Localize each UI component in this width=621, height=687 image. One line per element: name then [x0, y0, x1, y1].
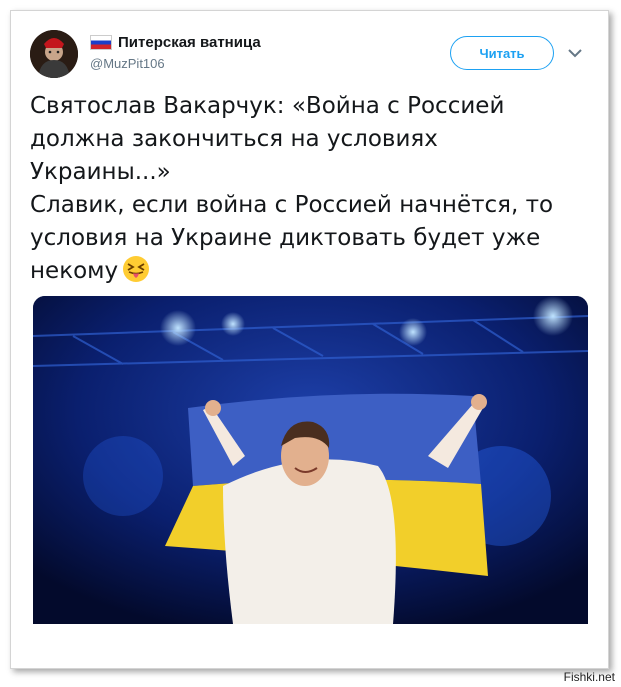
- tweet-text: Святослав Вакарчук: «Война с Россией дол…: [30, 90, 590, 288]
- russia-flag-icon: [90, 35, 112, 50]
- avatar-image: [30, 30, 78, 78]
- author-name-row: Питерская ватница: [90, 34, 261, 51]
- tweet-media-photo[interactable]: [33, 296, 588, 624]
- author-name[interactable]: Питерская ватница: [118, 34, 261, 51]
- author-avatar[interactable]: [30, 30, 78, 78]
- squinting-face-with-tongue-emoji: [123, 256, 150, 282]
- watermark: Fishki.net: [563, 670, 615, 684]
- concert-photo-image: [33, 296, 588, 624]
- follow-button[interactable]: Читать: [450, 36, 554, 70]
- chevron-down-icon[interactable]: [566, 44, 584, 62]
- author-block: Питерская ватница @MuzPit106: [90, 34, 261, 71]
- tweet-paragraph-quote: Святослав Вакарчук: «Война с Россией дол…: [30, 93, 505, 185]
- tweet-comment-text: Славик, если война с Россией начнётся, т…: [30, 192, 554, 284]
- tweet-paragraph-comment: Славик, если война с Россией начнётся, т…: [30, 189, 590, 288]
- author-handle[interactable]: @MuzPit106: [90, 56, 261, 71]
